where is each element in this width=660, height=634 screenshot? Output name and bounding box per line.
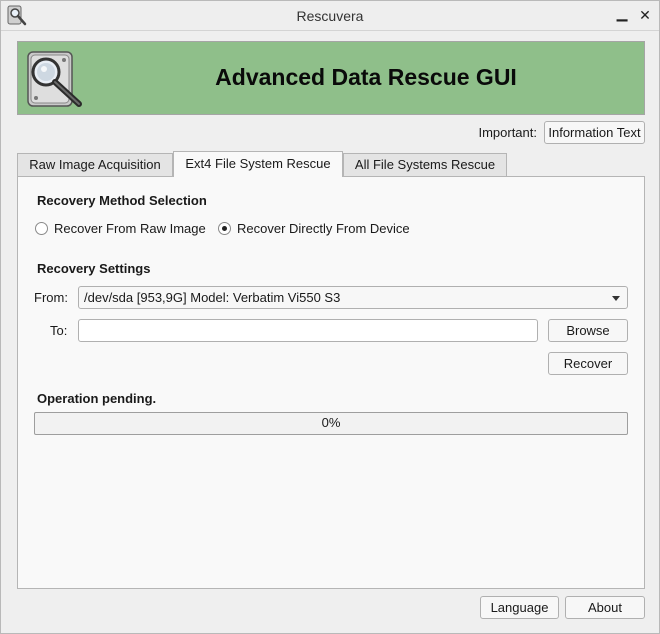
- recovery-method-title: Recovery Method Selection: [37, 193, 207, 208]
- chevron-down-icon: [612, 296, 620, 301]
- title-bar[interactable]: Rescuvera ▁ ✕: [1, 1, 659, 31]
- main-window: Rescuvera ▁ ✕ Advanced Data Rescue GUI I…: [0, 0, 660, 634]
- header-banner: Advanced Data Rescue GUI: [17, 41, 645, 115]
- tab-raw-image-acquisition[interactable]: Raw Image Acquisition: [17, 153, 173, 177]
- radio-indicator[interactable]: [35, 222, 48, 235]
- window-title: Rescuvera: [296, 8, 364, 24]
- destination-path-input[interactable]: [78, 319, 538, 342]
- hard-disk-magnifier-icon: [22, 46, 88, 112]
- minimize-button[interactable]: ▁: [614, 5, 630, 21]
- from-label: From:: [34, 290, 68, 305]
- about-button[interactable]: About: [565, 596, 645, 619]
- radio-indicator[interactable]: [218, 222, 231, 235]
- browse-button[interactable]: Browse: [548, 319, 628, 342]
- close-button[interactable]: ✕: [637, 7, 653, 23]
- status-text: Operation pending.: [37, 391, 157, 406]
- progress-label: 0%: [321, 415, 341, 430]
- app-heading: Advanced Data Rescue GUI: [215, 64, 517, 90]
- language-button[interactable]: Language: [480, 596, 559, 619]
- to-label: To:: [50, 323, 68, 338]
- radio-label: Recover Directly From Device: [237, 221, 410, 236]
- source-device-value: /dev/sda [953,9G] Model: Verbatim Vi550 …: [84, 290, 341, 305]
- recover-button[interactable]: Recover: [548, 352, 628, 375]
- recovery-settings-title: Recovery Settings: [37, 261, 151, 276]
- progress-bar: 0%: [34, 412, 628, 435]
- important-label: Important:: [478, 125, 537, 140]
- radio-recover-from-raw-image[interactable]: Recover From Raw Image: [35, 221, 206, 236]
- radio-label: Recover From Raw Image: [54, 221, 206, 236]
- tab-panel: Recovery Method Selection Recover From R…: [17, 176, 645, 589]
- tab-all-file-systems-rescue[interactable]: All File Systems Rescue: [343, 153, 507, 177]
- radio-recover-directly-from-device[interactable]: Recover Directly From Device: [218, 221, 410, 236]
- source-device-select[interactable]: /dev/sda [953,9G] Model: Verbatim Vi550 …: [78, 286, 628, 309]
- tab-ext4-file-system-rescue[interactable]: Ext4 File System Rescue: [173, 151, 343, 177]
- information-text-button[interactable]: Information Text: [544, 121, 645, 144]
